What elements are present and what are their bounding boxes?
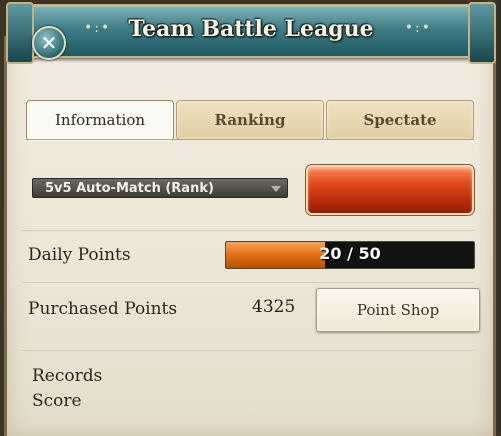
- title-bar: •:• Team Battle League •:•: [6, 2, 496, 64]
- divider: [22, 282, 474, 283]
- divider: [22, 230, 474, 231]
- daily-points-value: 20 / 50: [319, 244, 381, 263]
- tab-information[interactable]: Information: [26, 100, 174, 141]
- tab-divider: [26, 139, 474, 140]
- close-icon[interactable]: ✕: [32, 26, 66, 60]
- tab-ranking[interactable]: Ranking: [176, 100, 324, 140]
- score-label: Score: [32, 391, 82, 411]
- daily-points-label: Daily Points: [28, 245, 131, 265]
- chevron-down-icon: [271, 186, 281, 192]
- point-shop-button[interactable]: Point Shop: [316, 288, 480, 332]
- start-match-button[interactable]: [306, 165, 474, 215]
- daily-points-bar: 20 / 50: [225, 241, 475, 269]
- divider: [22, 350, 474, 351]
- title-ornament-right: •:•: [404, 20, 432, 36]
- purchased-points-value: 4325: [252, 297, 296, 317]
- tab-spectate[interactable]: Spectate: [326, 100, 474, 140]
- match-mode-dropdown[interactable]: 5v5 Auto-Match (Rank): [32, 178, 288, 198]
- records-label: Records: [32, 366, 103, 386]
- purchased-points-label: Purchased Points: [28, 299, 178, 319]
- match-mode-value: 5v5 Auto-Match (Rank): [45, 181, 214, 196]
